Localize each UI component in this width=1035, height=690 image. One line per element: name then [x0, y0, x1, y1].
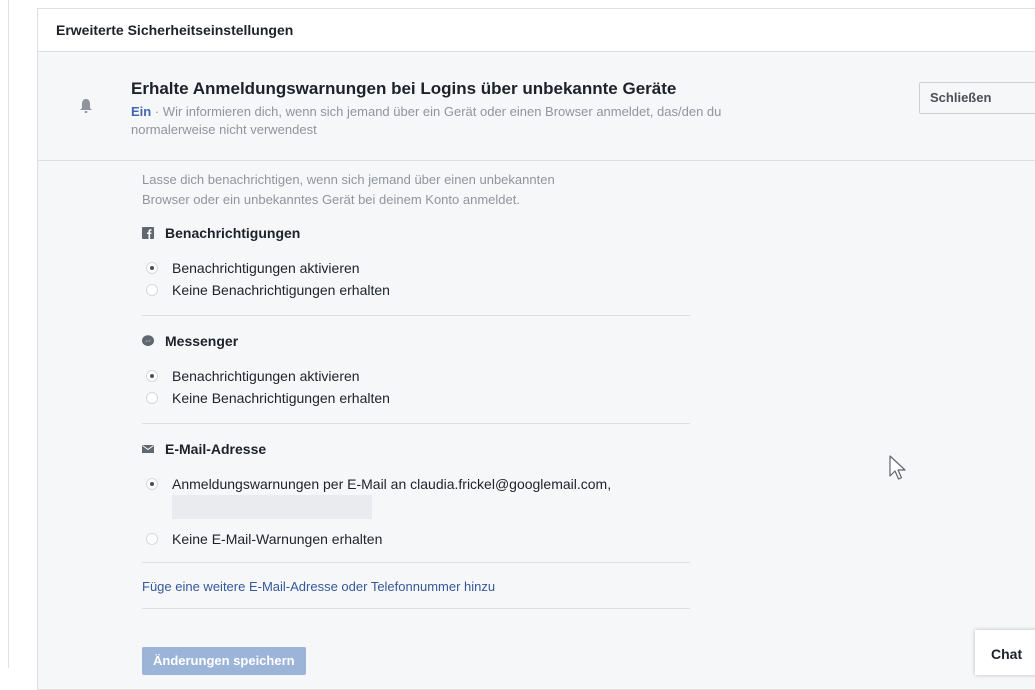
section-email: E-Mail-Adresse Anmeldungswarnungen per E… [142, 439, 690, 563]
option-no-messenger-notifications[interactable]: Keine Benachrichtigungen erhalten [146, 387, 690, 409]
add-contact-link[interactable]: Füge eine weitere E-Mail-Adresse oder Te… [142, 579, 702, 594]
section-messenger: Messenger Benachrichtigungen aktivieren … [142, 331, 690, 424]
radio-button[interactable] [146, 478, 158, 490]
envelope-icon [142, 445, 154, 453]
option-label: Anmeldungswarnungen per E-Mail an claudi… [172, 476, 612, 492]
section-heading: Messenger [142, 331, 690, 351]
radio-button[interactable] [146, 262, 158, 274]
intro-line-2: Browser oder ein unbekanntes Gerät bei d… [142, 192, 520, 207]
section-title: Messenger [165, 333, 239, 349]
mouse-cursor-icon [889, 455, 906, 480]
setting-description: Ein · Wir informieren dich, wenn sich je… [131, 103, 891, 139]
option-email-alerts[interactable]: Anmeldungswarnungen per E-Mail an claudi… [146, 473, 690, 495]
option-label: Benachrichtigungen aktivieren [172, 368, 360, 384]
footer-divider [142, 608, 690, 609]
option-no-notifications[interactable]: Keine Benachrichtigungen erhalten [146, 279, 690, 301]
section-title: Benachrichtigungen [165, 225, 301, 241]
save-changes-button[interactable]: Änderungen speichern [142, 647, 306, 675]
radio-button[interactable] [146, 284, 158, 296]
chat-label: Chat [991, 646, 1023, 662]
intro-text: Lasse dich benachrichtigen, wenn sich je… [142, 170, 682, 210]
section-divider [142, 423, 690, 424]
status-separator: · [151, 104, 163, 119]
radio-button[interactable] [146, 533, 158, 545]
description-line-1: Wir informieren dich, wenn sich jemand ü… [162, 104, 722, 119]
page-left-border [8, 0, 9, 668]
login-alert-options: Lasse dich benachrichtigen, wenn sich je… [142, 170, 702, 609]
login-alerts-setting-row: Erhalte Anmeldungswarnungen bei Logins ü… [38, 52, 1035, 161]
section-notifications: Benachrichtigungen Benachrichtigungen ak… [142, 223, 690, 316]
facebook-icon [142, 227, 154, 239]
option-no-email-alerts[interactable]: Keine E-Mail-Warnungen erhalten [146, 528, 690, 550]
section-title: E-Mail-Adresse [165, 441, 267, 457]
status-on-label: Ein [131, 104, 152, 119]
messenger-icon [142, 335, 154, 346]
redacted-email [172, 495, 372, 519]
option-label: Benachrichtigungen aktivieren [172, 260, 360, 276]
section-divider [142, 315, 690, 316]
option-label: Keine Benachrichtigungen erhalten [172, 390, 390, 406]
section-heading: Benachrichtigungen [142, 223, 690, 243]
setting-title: Erhalte Anmeldungswarnungen bei Logins ü… [131, 79, 677, 98]
option-label: Keine Benachrichtigungen erhalten [172, 282, 390, 298]
section-heading: E-Mail-Adresse [142, 439, 690, 459]
bell-icon [80, 99, 92, 113]
chat-tab[interactable]: Chat [975, 630, 1035, 675]
description-line-2: normalerweise nicht verwendest [131, 122, 317, 137]
option-enable-notifications[interactable]: Benachrichtigungen aktivieren [146, 257, 690, 279]
intro-line-1: Lasse dich benachrichtigen, wenn sich je… [142, 172, 555, 187]
option-label: Keine E-Mail-Warnungen erhalten [172, 531, 383, 547]
option-enable-messenger-notifications[interactable]: Benachrichtigungen aktivieren [146, 365, 690, 387]
panel-header: Erweiterte Sicherheitseinstellungen [38, 9, 1035, 52]
radio-button[interactable] [146, 392, 158, 404]
radio-button[interactable] [146, 370, 158, 382]
close-button[interactable]: Schließen [919, 82, 1035, 114]
